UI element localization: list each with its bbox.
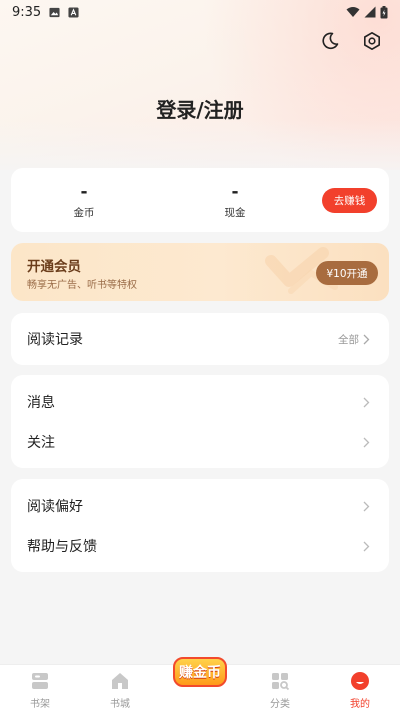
battery-icon <box>380 5 388 18</box>
tab-earn-coins[interactable]: 赚金币 <box>160 657 240 711</box>
signal-icon <box>364 6 376 18</box>
reading-preferences-row[interactable]: 阅读偏好 <box>11 486 389 526</box>
coins-stat[interactable]: - 金币 <box>44 182 124 220</box>
coins-value: - <box>80 182 88 202</box>
vip-open-button[interactable]: ¥10开通 <box>316 261 378 285</box>
vip-banner[interactable]: 开通会员 畅享无广告、听书等特权 ¥10开通 <box>11 243 389 301</box>
reading-history-all-link[interactable]: 全部 <box>338 332 359 347</box>
earn-money-button[interactable]: 去赚钱 <box>322 188 377 213</box>
cash-label: 现金 <box>224 207 246 219</box>
cash-value: - <box>231 182 239 202</box>
top-actions <box>318 29 384 53</box>
preferences-help-card: 阅读偏好 帮助与反馈 <box>11 479 389 572</box>
tab-category-label: 分类 <box>270 699 290 710</box>
reading-history-label: 阅读记录 <box>27 332 83 348</box>
vip-title: 开通会员 <box>27 259 81 275</box>
app-notification-icon <box>68 6 79 18</box>
reading-preferences-label: 阅读偏好 <box>27 499 83 515</box>
status-time: 9:35 <box>12 4 42 20</box>
wifi-icon <box>346 7 360 17</box>
chevron-right-icon <box>363 333 373 345</box>
tab-bookshelf[interactable]: 书架 <box>0 665 80 711</box>
status-bar: 9:35 <box>0 0 400 24</box>
category-grid-icon <box>272 673 290 691</box>
tab-bookstore-label: 书城 <box>110 699 130 710</box>
chevron-right-icon <box>363 500 373 512</box>
wallet-card: - 金币 - 现金 去赚钱 <box>11 168 389 232</box>
night-mode-button[interactable] <box>318 29 342 53</box>
earn-coins-badge: 赚金币 <box>172 651 228 693</box>
moon-icon <box>322 32 339 50</box>
reading-history-card: 阅读记录 全部 <box>11 313 389 365</box>
settings-hexagon-icon <box>364 31 380 50</box>
settings-button[interactable] <box>360 29 384 53</box>
vip-subtitle: 畅享无广告、听书等特权 <box>27 280 137 291</box>
photo-notification-icon <box>49 7 60 17</box>
home-icon <box>112 673 128 689</box>
help-feedback-label: 帮助与反馈 <box>27 539 97 555</box>
follow-row[interactable]: 关注 <box>11 422 389 462</box>
tab-category[interactable]: 分类 <box>240 665 320 711</box>
tab-bookshelf-label: 书架 <box>30 699 50 710</box>
messages-row[interactable]: 消息 <box>11 382 389 422</box>
tab-mine[interactable]: 我的 <box>320 665 400 711</box>
follow-label: 关注 <box>27 435 55 451</box>
reading-history-row[interactable]: 阅读记录 全部 <box>11 319 389 359</box>
tab-mine-label: 我的 <box>350 699 370 710</box>
chevron-right-icon <box>363 396 373 408</box>
messages-follow-card: 消息 关注 <box>11 375 389 468</box>
cash-stat[interactable]: - 现金 <box>195 182 275 220</box>
coins-label: 金币 <box>73 207 95 219</box>
tab-bookstore[interactable]: 书城 <box>80 665 160 711</box>
earn-coins-label: 赚金币 <box>173 657 227 687</box>
bookshelf-icon <box>32 673 48 689</box>
chevron-right-icon <box>363 540 373 552</box>
profile-face-icon <box>351 672 369 690</box>
login-register-link[interactable]: 登录/注册 <box>0 94 400 123</box>
chevron-right-icon <box>363 436 373 448</box>
help-feedback-row[interactable]: 帮助与反馈 <box>11 526 389 566</box>
messages-label: 消息 <box>27 395 55 411</box>
bottom-navigation: 书架 书城 赚金币 分类 我的 <box>0 657 400 711</box>
